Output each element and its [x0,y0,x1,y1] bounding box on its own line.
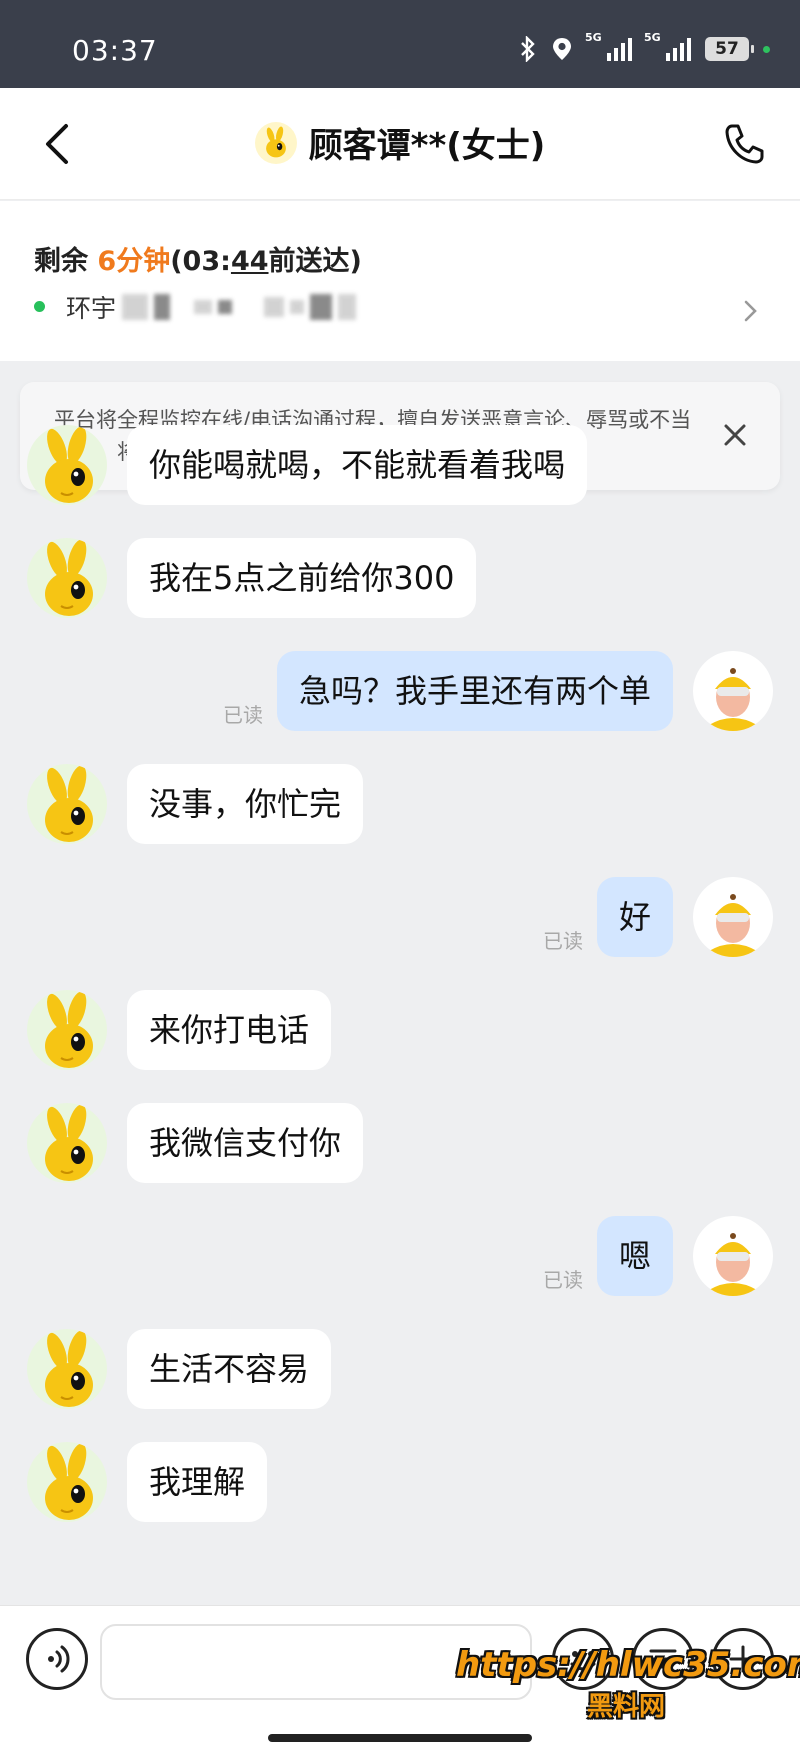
status-icons: 5G 5G 57 [519,31,770,62]
message-bubble[interactable]: 来你打电话 [127,990,332,1070]
kangaroo-mascot-icon [45,1443,93,1520]
message-bubble[interactable]: 好 [596,877,673,957]
incoming-message-row: 你能喝就喝，不能就看着我喝 [0,425,800,515]
kangaroo-mascot-icon [45,1104,93,1181]
rider-avatar[interactable] [693,1216,773,1296]
rider-avatar[interactable] [693,877,773,957]
message-bubble[interactable]: 我理解 [127,1442,268,1522]
kangaroo-mascot-icon [45,991,93,1068]
incoming-message-row: 我微信支付你 [0,1103,800,1193]
bluetooth-icon [521,36,535,62]
watermark-name: 黑料网 [586,1692,665,1722]
status-dot [34,301,45,312]
outgoing-message-row: 嗯已读 [0,1216,800,1306]
outgoing-message-row: 急吗？我手里还有两个单 已读 [0,651,800,741]
customer-avatar[interactable] [27,764,107,844]
page-title: 顾客谭**(女士) [308,126,546,166]
kangaroo-mascot-icon [265,126,286,157]
location-icon [553,38,571,60]
rider-avatar-icon [709,668,757,731]
voice-waves-icon [48,1645,70,1673]
customer-avatar-small [254,121,297,164]
incoming-message-row: 生活不容易 [0,1329,800,1419]
outgoing-message-row: 好已读 [0,877,800,967]
signal-icon-2: 5G [644,31,691,61]
read-receipt: 已读 [223,703,263,727]
kangaroo-mascot-icon [45,426,93,503]
incoming-message-row: 来你打电话 [0,990,800,1080]
watermark-overlay: https://hlwc35.com 黑料网 [456,1644,800,1724]
rider-avatar-icon [709,1233,757,1296]
watermark-url: https://hlwc35.com [456,1645,800,1685]
phone-icon[interactable] [722,122,766,166]
customer-avatar[interactable] [27,990,107,1070]
incoming-message-row: 我理解 [0,1442,800,1532]
customer-avatar[interactable] [27,1442,107,1522]
remaining-time: 6分钟 [97,246,171,277]
redacted-text [310,294,333,320]
message-bubble[interactable]: 没事，你忙完 [127,764,364,844]
order-info-card[interactable]: 剩余 6分钟(03:44前送达) 环宇 [0,201,800,361]
status-time: 03:37 [72,34,158,67]
read-receipt: 已读 [543,929,583,953]
rider-avatar[interactable] [693,651,773,731]
voice-icon[interactable] [26,1628,88,1690]
delivery-time-text: 剩余 6分钟(03:44前送达) [34,246,362,277]
customer-avatar[interactable] [27,425,107,505]
kangaroo-mascot-icon [45,765,93,842]
incoming-message-row: 我在5点之前给你300 [0,538,800,628]
message-bubble[interactable]: 我微信支付你 [127,1103,364,1183]
battery-icon: 57 [705,37,754,61]
signal-icon-1: 5G [585,31,632,61]
message-bubble[interactable]: 你能喝就喝，不能就看着我喝 [127,425,588,505]
kangaroo-mascot-icon [45,539,93,616]
message-bubble[interactable]: 急吗？我手里还有两个单 [276,651,673,731]
privacy-dot [763,45,770,53]
customer-avatar[interactable] [27,1329,107,1409]
chevron-right-icon [744,300,757,322]
redacted-text [338,294,357,320]
customer-avatar[interactable] [27,538,107,618]
message-bubble[interactable]: 我在5点之前给你300 [127,538,477,618]
status-bar: 03:37 5G 5G 57 [0,0,800,88]
read-receipt: 已读 [543,1268,583,1292]
header-title-group: 顾客谭**(女士) [0,118,800,167]
message-bubble[interactable]: 嗯 [596,1216,673,1296]
redacted-text [290,300,305,314]
delivery-address: 环宇 [66,289,357,325]
message-bubble[interactable]: 生活不容易 [127,1329,332,1409]
kangaroo-mascot-icon [45,1330,93,1407]
redacted-text [154,294,171,320]
redacted-text [194,300,213,314]
redacted-text [218,300,233,314]
rider-avatar-icon [709,894,757,957]
home-indicator[interactable] [268,1734,532,1742]
chat-header: 顾客谭**(女士) [0,88,800,200]
incoming-message-row: 没事，你忙完 [0,764,800,854]
customer-avatar[interactable] [27,1103,107,1183]
redacted-text [264,297,285,317]
redacted-text [122,294,149,320]
